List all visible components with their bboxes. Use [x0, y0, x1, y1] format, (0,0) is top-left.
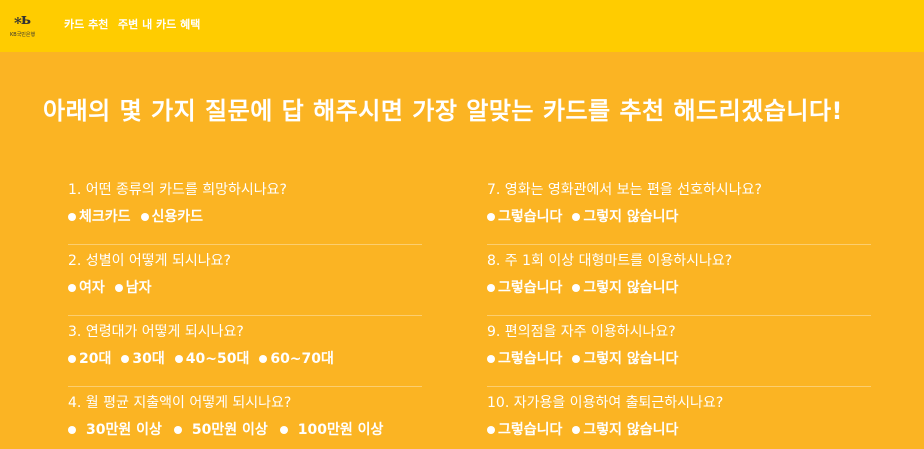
radio-icon[interactable]	[487, 284, 495, 292]
radio-icon[interactable]	[174, 355, 183, 363]
radio-icon[interactable]	[487, 355, 495, 363]
radio-icon[interactable]	[68, 284, 76, 292]
option-label: 남자	[125, 280, 152, 296]
question-text: 10. 자가용을 이용하여 출퇴근하시나요?	[487, 395, 724, 411]
option-label: 60~70대	[270, 351, 334, 367]
option-label: 그렇습니다	[498, 422, 563, 438]
option-label: 체크카드	[79, 209, 131, 225]
option-label: 30만원 이상	[86, 422, 162, 438]
option-500k-plus[interactable]: 50만원 이상	[173, 421, 268, 439]
option-no[interactable]: 그렇지 않습니다	[572, 350, 678, 368]
option-no[interactable]: 그렇지 않습니다	[572, 279, 678, 297]
question-block: 4. 월 평균 지출액이 어떻게 되시나요? 30만원 이상 50만원 이상 1…	[68, 387, 422, 449]
option-60s-70s[interactable]: 60~70대	[259, 350, 334, 368]
radio-icon[interactable]	[572, 426, 581, 434]
radio-icon[interactable]	[121, 355, 130, 363]
option-label: 20대	[79, 351, 112, 367]
questions-left-column: 1. 어떤 종류의 카드를 희망하시나요? 체크카드 신용카드 2. 성별이 어…	[68, 174, 422, 449]
radio-icon[interactable]	[279, 426, 288, 434]
kb-logo-text: KB국민은행	[10, 32, 36, 38]
option-label: 그렇습니다	[498, 280, 563, 296]
nav-nearby-card-benefits[interactable]: 주변 내 카드 혜택	[118, 16, 200, 32]
option-label: 그렇지 않습니다	[583, 351, 679, 367]
question-text: 2. 성별이 어떻게 되시나요?	[68, 253, 231, 269]
radio-icon[interactable]	[68, 213, 76, 221]
option-female[interactable]: 여자	[68, 279, 105, 297]
questions-right-column: 7. 영화는 영화관에서 보는 편을 선호하시나요? 그렇습니다 그렇지 않습니…	[487, 174, 871, 449]
kb-logo[interactable]: ⁎ь KB국민은행	[10, 11, 46, 41]
kb-logo-mark-icon: ⁎ь	[14, 10, 31, 28]
option-yes[interactable]: 그렇습니다	[487, 279, 562, 297]
option-male[interactable]: 남자	[114, 279, 152, 297]
page-headline: 아래의 몇 가지 질문에 답 해주시면 가장 알맞는 카드를 추천 해드리겠습니…	[43, 97, 843, 125]
radio-icon[interactable]	[114, 284, 123, 292]
option-label: 그렇습니다	[498, 209, 563, 225]
radio-icon[interactable]	[487, 213, 495, 221]
top-navigation-bar: ⁎ь KB국민은행 카드 추천 주변 내 카드 혜택	[0, 0, 924, 52]
option-label: 신용카드	[151, 209, 204, 225]
radio-icon[interactable]	[140, 213, 149, 221]
question-text: 1. 어떤 종류의 카드를 희망하시나요?	[68, 182, 287, 198]
option-no[interactable]: 그렇지 않습니다	[572, 208, 678, 226]
option-300k-plus[interactable]: 30만원 이상	[68, 421, 162, 439]
option-yes[interactable]: 그렇습니다	[487, 350, 562, 368]
option-1m-plus[interactable]: 100만원 이상	[279, 421, 384, 439]
radio-icon[interactable]	[173, 426, 182, 434]
option-label: 그렇지 않습니다	[583, 422, 679, 438]
option-check-card[interactable]: 체크카드	[68, 208, 131, 226]
option-label: 40~50대	[185, 351, 250, 367]
question-block: 10. 자가용을 이용하여 출퇴근하시나요? 그렇습니다 그렇지 않습니다	[487, 387, 871, 449]
question-text: 3. 연령대가 어떻게 되시나요?	[68, 324, 244, 340]
option-30s[interactable]: 30대	[121, 350, 165, 368]
option-label: 그렇지 않습니다	[583, 280, 679, 296]
question-block: 7. 영화는 영화관에서 보는 편을 선호하시나요? 그렇습니다 그렇지 않습니…	[487, 174, 871, 245]
question-text: 7. 영화는 영화관에서 보는 편을 선호하시나요?	[487, 182, 762, 198]
option-label: 여자	[79, 280, 105, 296]
question-block: 8. 주 1회 이상 대형마트를 이용하시나요? 그렇습니다 그렇지 않습니다	[487, 245, 871, 316]
question-text: 8. 주 1회 이상 대형마트를 이용하시나요?	[487, 253, 733, 269]
question-block: 2. 성별이 어떻게 되시나요? 여자 남자	[68, 245, 422, 316]
nav-card-recommendation[interactable]: 카드 추천	[64, 16, 108, 32]
option-label: 100만원 이상	[297, 422, 384, 438]
radio-icon[interactable]	[572, 213, 581, 221]
option-credit-card[interactable]: 신용카드	[140, 208, 204, 226]
question-block: 9. 편의점을 자주 이용하시나요? 그렇습니다 그렇지 않습니다	[487, 316, 871, 387]
option-20s[interactable]: 20대	[68, 350, 111, 368]
option-40s-50s[interactable]: 40~50대	[174, 350, 250, 368]
option-label: 그렇지 않습니다	[583, 209, 679, 225]
question-block: 1. 어떤 종류의 카드를 희망하시나요? 체크카드 신용카드	[68, 174, 422, 245]
radio-icon[interactable]	[487, 426, 495, 434]
radio-icon[interactable]	[68, 355, 76, 363]
option-label: 50만원 이상	[191, 422, 268, 438]
option-yes[interactable]: 그렇습니다	[487, 421, 562, 439]
question-text: 4. 월 평균 지출액이 어떻게 되시나요?	[68, 395, 292, 411]
radio-icon[interactable]	[68, 426, 76, 434]
option-no[interactable]: 그렇지 않습니다	[572, 421, 678, 439]
radio-icon[interactable]	[572, 355, 581, 363]
option-label: 30대	[132, 351, 165, 367]
option-yes[interactable]: 그렇습니다	[487, 208, 562, 226]
option-label: 그렇습니다	[498, 351, 563, 367]
radio-icon[interactable]	[572, 284, 581, 292]
question-block: 3. 연령대가 어떻게 되시나요? 20대 30대 40~50대 60~70대	[68, 316, 422, 387]
radio-icon[interactable]	[259, 355, 268, 363]
question-text: 9. 편의점을 자주 이용하시나요?	[487, 324, 676, 340]
